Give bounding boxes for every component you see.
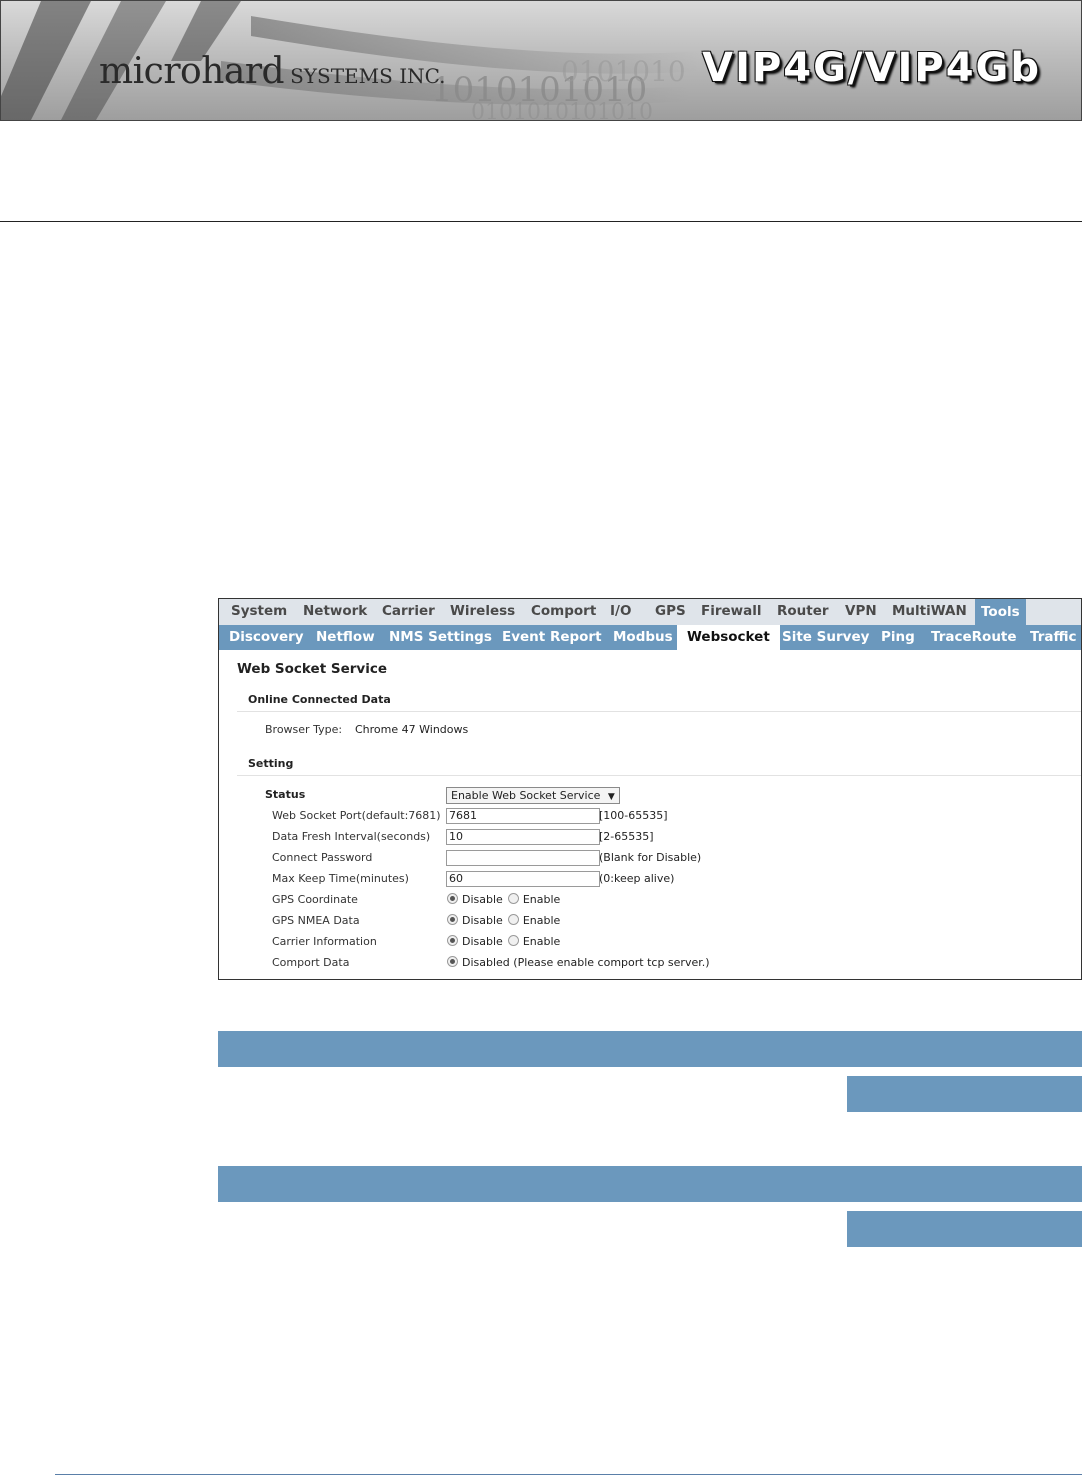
subtab-nms-settings[interactable]: NMS Settings — [389, 629, 492, 645]
password-hint: (Blank for Disable) — [599, 851, 702, 864]
websocket-ui-screenshot: System Network Carrier Wireless Comport … — [218, 598, 1082, 980]
browser-type-label: Browser Type: — [265, 723, 343, 736]
port-label: Web Socket Port(default:7681) — [272, 809, 441, 822]
carrier-info-disable-label: Disable — [462, 935, 503, 948]
subtab-netflow[interactable]: Netflow — [316, 629, 375, 645]
tab-network[interactable]: Network — [303, 603, 367, 619]
tab-system[interactable]: System — [231, 603, 287, 619]
password-input[interactable] — [446, 850, 600, 866]
page-title: Web Socket Service — [237, 661, 387, 677]
tab-wireless[interactable]: Wireless — [450, 603, 515, 619]
chevron-down-icon: ▼ — [607, 792, 615, 802]
comport-data-options: Disabled (Please enable comport tcp serv… — [447, 956, 715, 969]
gps-nmea-options: Disable Enable — [447, 914, 565, 927]
product-title: VIP4G/VIP4Gb — [702, 45, 1041, 91]
online-data-divider — [237, 711, 1081, 712]
gps-nmea-disable-label: Disable — [462, 914, 503, 927]
subtab-event-report[interactable]: Event Report — [502, 629, 602, 645]
setting-heading: Setting — [248, 757, 294, 770]
company-suffix: SYSTEMS INC. — [290, 64, 446, 88]
tab-io[interactable]: I/O — [610, 603, 631, 619]
port-hint: [100-65535] — [599, 809, 668, 822]
subtab-traceroute[interactable]: TraceRoute — [931, 629, 1017, 645]
svg-text:0101010101010: 0101010101010 — [471, 100, 653, 120]
sub-menu-bar: Discovery Netflow NMS Settings Event Rep… — [219, 625, 1081, 650]
svg-text:0101010: 0101010 — [561, 55, 686, 88]
subtab-site-survey[interactable]: Site Survey — [782, 629, 869, 645]
table-value-bar — [847, 1211, 1082, 1247]
table-value-bar — [847, 1076, 1082, 1112]
header-banner: 1010101010 0101010 0101010101010 microha… — [0, 0, 1082, 121]
tab-tools[interactable]: Tools — [975, 599, 1026, 625]
keep-time-label: Max Keep Time(minutes) — [272, 872, 409, 885]
table-header-bar — [218, 1031, 1082, 1067]
tab-firewall[interactable]: Firewall — [701, 603, 762, 619]
carrier-info-label: Carrier Information — [272, 935, 377, 948]
tab-comport[interactable]: Comport — [531, 603, 596, 619]
status-select-value: Enable Web Socket Service — [451, 789, 601, 802]
gps-coordinate-enable-radio[interactable] — [507, 893, 519, 904]
gps-coordinate-disable-label: Disable — [462, 893, 503, 906]
browser-type-value: Chrome 47 Windows — [355, 723, 469, 736]
main-menu-bar: System Network Carrier Wireless Comport … — [219, 599, 1081, 625]
online-data-heading: Online Connected Data — [248, 693, 391, 706]
gps-nmea-enable-radio[interactable] — [507, 914, 519, 925]
gps-nmea-enable-label: Enable — [522, 914, 561, 927]
tab-vpn[interactable]: VPN — [845, 603, 877, 619]
subtab-ping[interactable]: Ping — [881, 629, 915, 645]
subtab-traffic[interactable]: Traffic — [1030, 629, 1077, 645]
carrier-info-options: Disable Enable — [447, 935, 565, 948]
setting-divider — [237, 775, 1081, 776]
interval-label: Data Fresh Interval(seconds) — [272, 830, 431, 843]
table-header-bar — [218, 1166, 1082, 1202]
gps-nmea-disable-radio[interactable] — [447, 914, 458, 925]
gps-nmea-label: GPS NMEA Data — [272, 914, 360, 927]
port-input[interactable]: 7681 — [446, 808, 600, 824]
comport-data-disabled-radio[interactable] — [447, 956, 458, 967]
company-logo: microhard SYSTEMS INC. — [99, 51, 446, 92]
keep-time-hint: (0:keep alive) — [599, 872, 675, 885]
carrier-info-disable-radio[interactable] — [447, 935, 458, 946]
footer-divider — [55, 1474, 1082, 1475]
carrier-info-enable-radio[interactable] — [507, 935, 519, 946]
header-divider — [0, 221, 1082, 222]
carrier-info-enable-label: Enable — [522, 935, 561, 948]
gps-coordinate-enable-label: Enable — [522, 893, 561, 906]
tab-carrier[interactable]: Carrier — [382, 603, 435, 619]
gps-coordinate-options: Disable Enable — [447, 893, 565, 906]
gps-coordinate-disable-radio[interactable] — [447, 893, 458, 904]
tab-multiwan[interactable]: MultiWAN — [892, 603, 967, 619]
status-select[interactable]: Enable Web Socket Service ▼ — [446, 787, 620, 804]
keep-time-input[interactable]: 60 — [446, 871, 600, 887]
status-label: Status — [265, 788, 306, 801]
comport-data-label: Comport Data — [272, 956, 350, 969]
gps-coordinate-label: GPS Coordinate — [272, 893, 358, 906]
interval-input[interactable]: 10 — [446, 829, 600, 845]
comport-data-disabled-label: Disabled (Please enable comport tcp serv… — [462, 956, 710, 969]
password-label: Connect Password — [272, 851, 373, 864]
subtab-websocket[interactable]: Websocket — [677, 625, 780, 650]
subtab-discovery[interactable]: Discovery — [229, 629, 304, 645]
subtab-modbus[interactable]: Modbus — [613, 629, 673, 645]
tab-gps[interactable]: GPS — [655, 603, 686, 619]
company-name: microhard — [99, 51, 285, 92]
tab-router[interactable]: Router — [777, 603, 829, 619]
interval-hint: [2-65535] — [599, 830, 654, 843]
